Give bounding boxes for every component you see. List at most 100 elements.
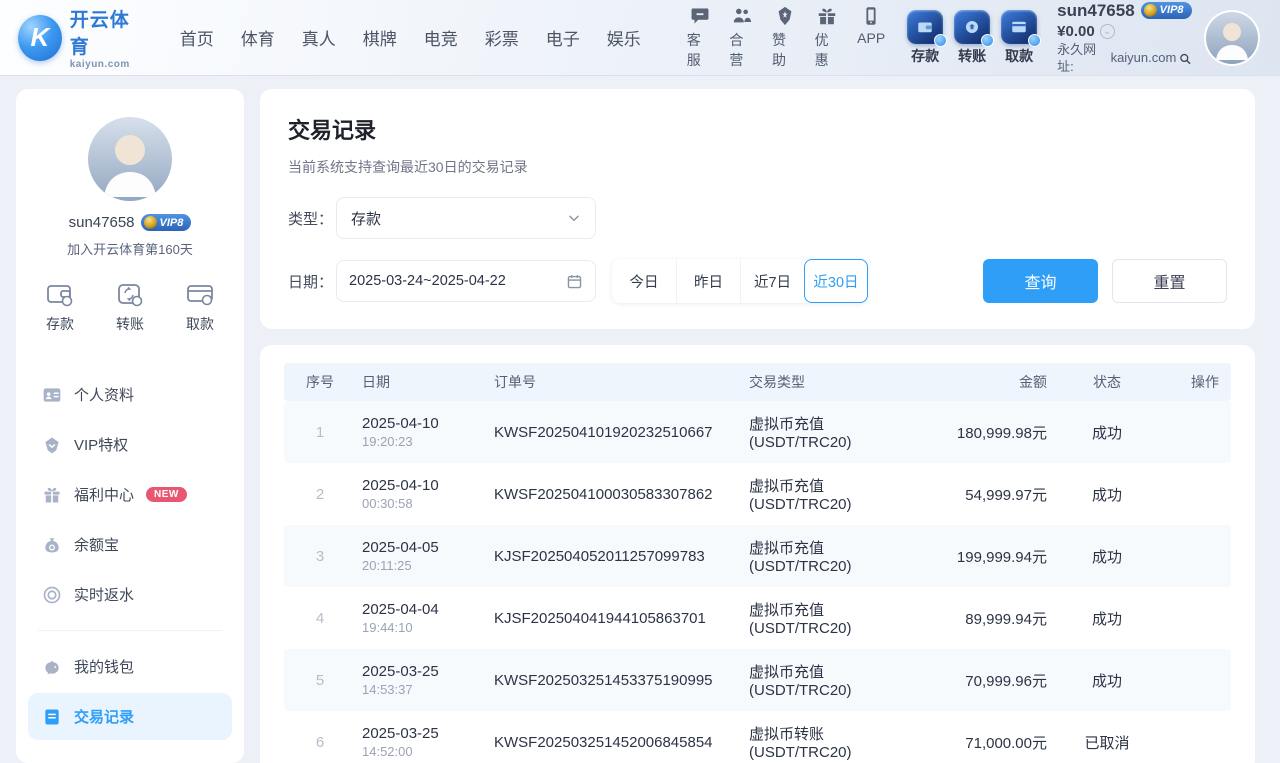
new-badge: NEW xyxy=(146,487,187,502)
sidebar-withdraw-button[interactable]: 取款 xyxy=(186,282,214,334)
row-index: 1 xyxy=(296,424,344,441)
transfer-arrows-icon xyxy=(116,282,144,308)
permanent-url-label: 永久网址: xyxy=(1057,42,1107,75)
nav-chess[interactable]: 棋牌 xyxy=(363,25,397,50)
sidebar-item-yuebao[interactable]: 余额宝 xyxy=(16,521,244,568)
date-range-input[interactable] xyxy=(349,273,558,289)
gift-icon xyxy=(816,5,838,27)
topbar-utility-icons: 客服 合营 赞助 优惠 APP xyxy=(687,5,885,70)
user-info-block: sun47658 VIP8 ¥0.00 ⌄ 永久网址: kaiyun.com xyxy=(1057,0,1192,75)
type-select[interactable]: 存款 xyxy=(336,197,596,239)
row-time: 19:20:23 xyxy=(362,434,494,449)
brand-domain: kaiyun.com xyxy=(70,59,146,70)
sidebar-divider xyxy=(38,630,222,631)
search-icon[interactable] xyxy=(1179,52,1192,66)
nav-home[interactable]: 首页 xyxy=(180,25,214,50)
sidebar-quick-actions: 存款 转账 取款 xyxy=(16,282,244,334)
range-7days-button[interactable]: 近7日 xyxy=(740,259,804,303)
row-transaction-type: 虚拟币转账 (USDT/TRC20) xyxy=(749,723,882,761)
nav-entertainment[interactable]: 娱乐 xyxy=(607,25,641,50)
date-range-quick-group: 今日 昨日 近7日 近30日 xyxy=(612,259,868,303)
main-nav: 首页 体育 真人 棋牌 电竞 彩票 电子 娱乐 xyxy=(180,25,641,50)
row-order-number: KWSF202503251452006845854 xyxy=(494,734,749,751)
nav-lottery[interactable]: 彩票 xyxy=(485,25,519,50)
sidebar-item-vip[interactable]: VIP特权 xyxy=(16,421,244,468)
row-index: 5 xyxy=(296,672,344,689)
member-days: 加入开云体育第160天 xyxy=(16,239,244,258)
brand-name: 开云体育 xyxy=(70,5,146,59)
page-subtitle: 当前系统支持查询最近30日的交易记录 xyxy=(288,157,1227,177)
row-transaction-type: 虚拟币充值 (USDT/TRC20) xyxy=(749,413,882,451)
withdraw-button[interactable]: 取款 xyxy=(1001,10,1037,66)
profile-avatar[interactable] xyxy=(88,117,172,201)
row-amount: 180,999.98元 xyxy=(882,422,1047,443)
header-date: 日期 xyxy=(344,372,494,392)
deposit-button[interactable]: 存款 xyxy=(907,10,943,66)
piggy-bank-icon xyxy=(42,657,62,677)
nav-sports[interactable]: 体育 xyxy=(241,25,275,50)
range-yesterday-button[interactable]: 昨日 xyxy=(676,259,740,303)
row-index: 4 xyxy=(296,610,344,627)
promotions-button[interactable]: 优惠 xyxy=(815,5,841,70)
customer-service-button[interactable]: 客服 xyxy=(687,5,713,70)
range-30days-button[interactable]: 近30日 xyxy=(804,259,868,303)
partnership-button[interactable]: 合营 xyxy=(729,5,755,70)
row-status: 成功 xyxy=(1047,546,1167,567)
sidebar-item-rebate[interactable]: 实时返水 xyxy=(16,571,244,618)
transfer-button[interactable]: 转账 xyxy=(954,10,990,66)
wallet-icon xyxy=(46,282,74,308)
sponsorship-button[interactable]: 赞助 xyxy=(772,5,798,70)
profile-vip-shield-icon xyxy=(144,216,157,229)
table-row: 2 2025-04-1000:30:58 KWSF202504100030583… xyxy=(284,463,1231,525)
row-transaction-type: 虚拟币充值 (USDT/TRC20) xyxy=(749,599,882,637)
header-amount: 金额 xyxy=(882,372,1047,392)
sidebar-item-profile[interactable]: 个人资料 xyxy=(16,371,244,418)
row-time: 00:30:58 xyxy=(362,496,494,511)
sidebar-item-welfare[interactable]: 福利中心 NEW xyxy=(16,471,244,518)
row-status: 成功 xyxy=(1047,608,1167,629)
type-select-value: 存款 xyxy=(351,208,381,229)
transactions-table: 序号 日期 订单号 交易类型 金额 状态 操作 1 2025-04-1019:2… xyxy=(260,345,1255,763)
nav-live[interactable]: 真人 xyxy=(302,25,336,50)
bank-card-icon xyxy=(186,282,214,308)
table-row: 5 2025-03-2514:53:37 KWSF202503251453375… xyxy=(284,649,1231,711)
withdraw-icon xyxy=(1001,10,1037,44)
row-order-number: KWSF202504100030583307862 xyxy=(494,486,749,503)
app-download-button[interactable]: APP xyxy=(857,5,885,70)
smartphone-icon xyxy=(860,5,882,27)
money-bag-icon xyxy=(42,535,62,555)
sidebar-deposit-button[interactable]: 存款 xyxy=(46,282,74,334)
row-date: 2025-04-05 xyxy=(362,539,494,556)
user-avatar[interactable] xyxy=(1206,12,1258,64)
row-status: 成功 xyxy=(1047,670,1167,691)
nav-esports[interactable]: 电竞 xyxy=(424,25,458,50)
vip-diamond-icon xyxy=(42,435,62,455)
refresh-balance-icon[interactable]: ⌄ xyxy=(1100,24,1115,39)
sidebar-item-wallet[interactable]: 我的钱包 xyxy=(16,643,244,690)
id-card-icon xyxy=(42,385,62,405)
row-time: 14:53:37 xyxy=(362,682,494,697)
row-amount: 199,999.94元 xyxy=(882,546,1047,567)
date-label: 日期： xyxy=(288,271,336,292)
range-today-button[interactable]: 今日 xyxy=(612,259,676,303)
header-type: 交易类型 xyxy=(749,372,882,392)
header-status: 状态 xyxy=(1047,372,1167,392)
reset-button[interactable]: 重置 xyxy=(1112,259,1227,303)
balance-amount: ¥0.00 xyxy=(1057,23,1095,42)
vip-shield-icon xyxy=(1144,4,1157,17)
header-index: 序号 xyxy=(296,372,344,392)
calendar-icon xyxy=(566,273,583,290)
table-row: 3 2025-04-0520:11:25 KJSF202504052011257… xyxy=(284,525,1231,587)
sidebar-transfer-button[interactable]: 转账 xyxy=(116,282,144,334)
row-status: 已取消 xyxy=(1047,732,1167,753)
withdraw-badge xyxy=(1028,34,1041,47)
gift-icon xyxy=(42,485,62,505)
date-range-picker[interactable] xyxy=(336,260,596,302)
brand-logo[interactable]: K 开云体育 kaiyun.com xyxy=(18,5,146,70)
search-button[interactable]: 查询 xyxy=(983,259,1098,303)
sidebar-item-transactions[interactable]: 交易记录 xyxy=(28,693,232,740)
nav-slots[interactable]: 电子 xyxy=(546,25,580,50)
sidebar-menu: 个人资料 VIP特权 福利中心 NEW 余额宝 实时返水 我 xyxy=(16,368,244,743)
table-row: 1 2025-04-1019:20:23 KWSF202504101920232… xyxy=(284,401,1231,463)
filter-panel: 交易记录 当前系统支持查询最近30日的交易记录 类型： 存款 日期： 今日 昨日 xyxy=(260,89,1255,329)
